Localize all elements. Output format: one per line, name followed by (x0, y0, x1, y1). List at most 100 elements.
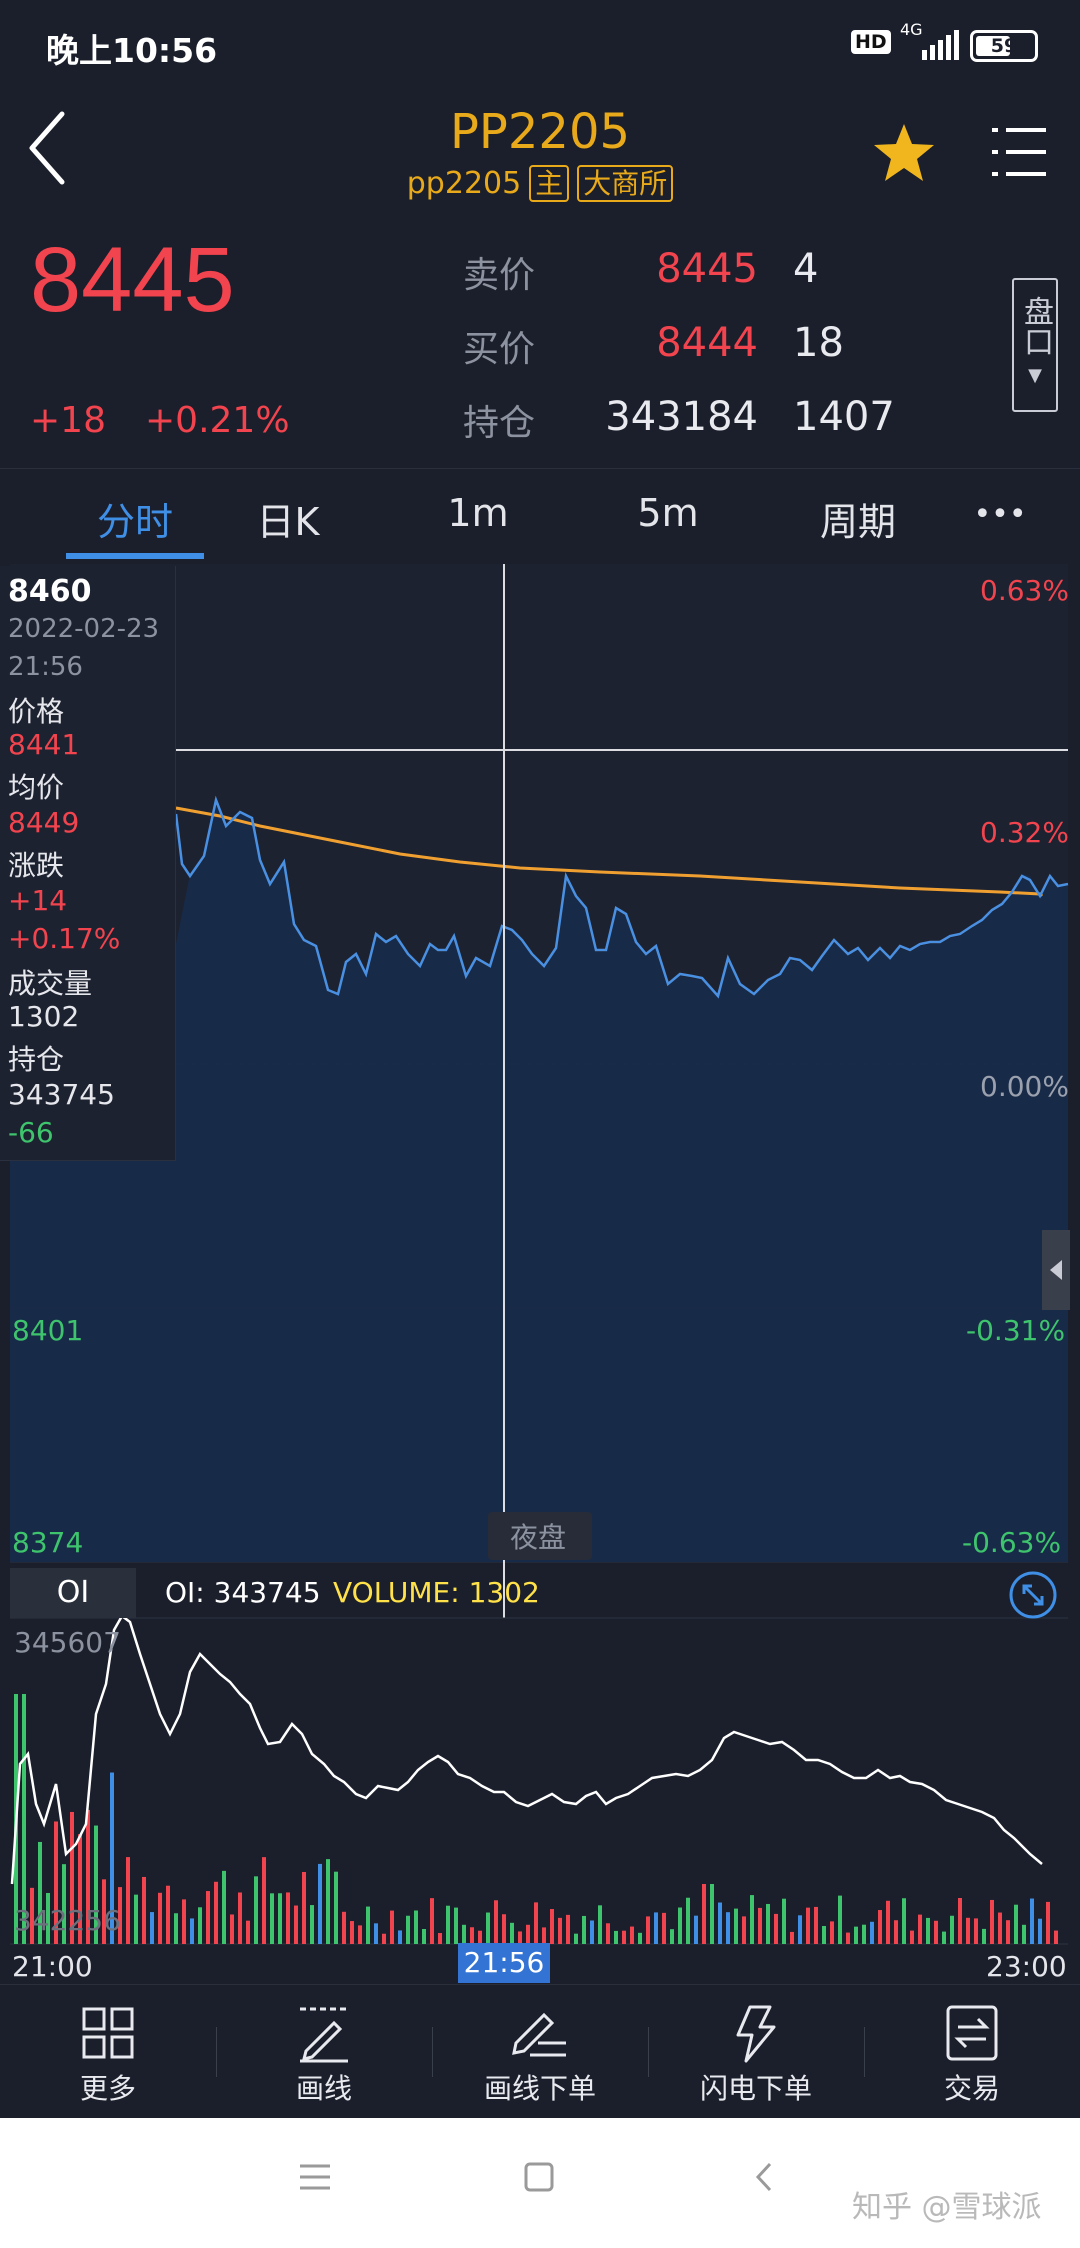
recent-apps-icon[interactable] (298, 2162, 332, 2192)
order-book-button[interactable]: 盘口 ▼ (1012, 278, 1058, 412)
volume-bar (278, 1893, 282, 1944)
main-contract-tag: 主 (529, 165, 570, 202)
volume-bar (134, 1894, 138, 1944)
volume-bar (622, 1930, 626, 1944)
volume-bar (534, 1902, 538, 1944)
indicator-selector[interactable]: OI (10, 1568, 136, 1618)
volume-bar (1014, 1904, 1018, 1944)
volume-bar (1022, 1924, 1026, 1944)
volume-bar (910, 1930, 914, 1944)
tab-1m[interactable]: 1m (388, 491, 568, 535)
ask-row: 卖价 8445 4 (463, 246, 943, 306)
volume-bar (686, 1897, 690, 1944)
volume-bar (342, 1911, 346, 1944)
tab-period[interactable]: 周期 (768, 491, 948, 546)
expand-icon[interactable] (1008, 1570, 1058, 1620)
volume-bar (542, 1927, 546, 1944)
volume-bar (974, 1918, 978, 1944)
volume-bar (654, 1912, 658, 1944)
volume-bar (510, 1922, 514, 1944)
volume-bar (830, 1921, 834, 1944)
pct-label-high: 0.63% (980, 574, 1069, 607)
pct-label-2: 0.32% (980, 816, 1069, 849)
volume-bar (126, 1857, 130, 1944)
volume-bar (374, 1923, 378, 1944)
chevron-down-icon: ▼ (1028, 365, 1042, 386)
battery-level: 59 (990, 35, 1018, 57)
volume-bar (302, 1871, 306, 1944)
volume-bar (390, 1910, 394, 1944)
volume-bar (486, 1912, 490, 1944)
volume-bar (934, 1920, 938, 1944)
volume-bar (678, 1907, 682, 1944)
bid-volume: 18 (793, 320, 844, 366)
oi-low-label: 342256 (14, 1904, 121, 1937)
ask-volume: 4 (793, 246, 819, 292)
volume-bar (1038, 1918, 1042, 1944)
volume-bar (286, 1892, 290, 1944)
volume-bar (870, 1921, 874, 1944)
info-avg-value: 8449 (8, 806, 80, 839)
volume-bar (694, 1915, 698, 1944)
crosshair-time-label: 21:56 (458, 1943, 550, 1983)
pct-label-4: -0.31% (966, 1314, 1066, 1347)
more-tabs-icon[interactable]: ••• (950, 497, 1050, 532)
volume-bar (310, 1905, 314, 1944)
draw-order-button[interactable]: 画线下单 (432, 1985, 648, 2119)
volume-bar (990, 1899, 994, 1944)
draw-order-label: 画线下单 (483, 2072, 596, 2105)
time-axis-end: 23:00 (986, 1950, 1067, 1983)
volume-bar (718, 1902, 722, 1944)
oi-high-label: 345607 (14, 1626, 121, 1659)
volume-bar (774, 1913, 778, 1944)
indicator-selector-label: OI (56, 1575, 90, 1610)
volume-bar (950, 1915, 954, 1944)
tab-5m[interactable]: 5m (578, 491, 758, 535)
volume-bar (238, 1892, 242, 1944)
header: PP2205 pp2205 主大商所 (0, 90, 1080, 210)
volume-bar (502, 1914, 506, 1944)
volume-bar (358, 1925, 362, 1944)
volume-bar (742, 1916, 746, 1944)
back-nav-icon[interactable] (752, 2160, 776, 2194)
volume-bar (886, 1900, 890, 1944)
trade-button[interactable]: 交易 (864, 1985, 1080, 2119)
volume-bar (854, 1926, 858, 1944)
flash-order-button[interactable]: 闪电下单 (648, 1985, 864, 2119)
volume-bar (614, 1930, 618, 1944)
volume-bar (398, 1930, 402, 1944)
tab-daily-k[interactable]: 日K (198, 491, 378, 546)
volume-bar (222, 1870, 226, 1944)
period-tabs: 分时 日K 1m 5m 周期 ••• (0, 468, 1080, 565)
volume-bar (574, 1933, 578, 1944)
oi-row: 持仓 343184 1407 (463, 394, 943, 454)
volume-bar (406, 1915, 410, 1944)
volume-bar (590, 1920, 594, 1944)
volume-bar (958, 1897, 962, 1944)
volume-bar (526, 1924, 530, 1944)
volume-bar (846, 1932, 850, 1944)
volume-bar (1030, 1898, 1034, 1944)
volume-bar (814, 1906, 818, 1944)
volume-bar (566, 1914, 570, 1944)
draw-line-button[interactable]: 画线 (216, 1985, 432, 2119)
info-price-label: 价格 (8, 695, 65, 728)
volume-bar (262, 1857, 266, 1944)
volume-bar (638, 1932, 642, 1944)
volume-bar (206, 1891, 210, 1944)
volume-bar (806, 1907, 810, 1944)
info-time: 21:56 (8, 652, 83, 682)
volume-bar (350, 1921, 354, 1944)
more-button[interactable]: 更多 (0, 1985, 216, 2119)
volume-bar (446, 1905, 450, 1944)
volume-bar (414, 1910, 418, 1944)
volume-bar (1006, 1920, 1010, 1944)
volume-bar (158, 1892, 162, 1944)
favorite-star-icon[interactable] (870, 120, 938, 188)
volume-bar (702, 1884, 706, 1944)
battery-icon: 59 (970, 30, 1038, 62)
info-change-value: +14 (8, 884, 68, 917)
menu-icon[interactable] (990, 124, 1048, 180)
volume-bar (942, 1931, 946, 1944)
home-icon[interactable] (522, 2160, 556, 2194)
